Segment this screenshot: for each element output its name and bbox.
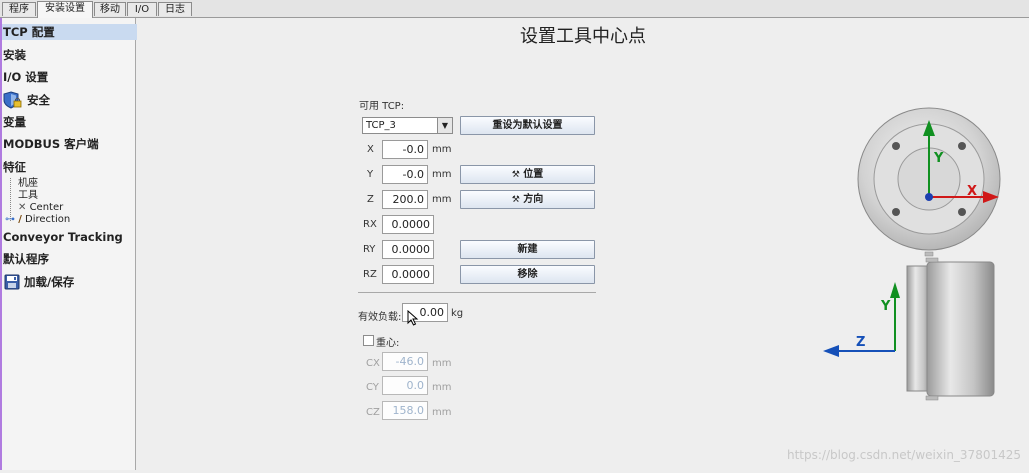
sidebar-item-variables[interactable]: 变量 xyxy=(2,114,137,130)
page-title: 设置工具中心点 xyxy=(520,26,646,47)
cog-label-cz: CZ xyxy=(366,407,380,418)
tab-io[interactable]: I/O xyxy=(127,2,157,16)
coord-label-z: Z xyxy=(367,194,374,205)
watermark: https://blog.csdn.net/weixin_37801425 xyxy=(786,448,1021,462)
coord-label-ry: RY xyxy=(363,244,376,255)
chevron-down-icon[interactable]: ▼ xyxy=(437,118,452,133)
coord-label-x: X xyxy=(367,144,374,155)
sidebar-item-label: 安全 xyxy=(27,93,50,107)
tab-move[interactable]: 移动 xyxy=(94,2,126,16)
sidebar-item-label: 特征 xyxy=(3,160,26,174)
cog-field-cz[interactable]: 158.0 xyxy=(382,401,428,420)
cog-checkbox[interactable] xyxy=(363,335,374,346)
cog-label-cx: CX xyxy=(366,358,380,369)
installation-screen: 程序 安装设置 移动 I/O 日志 TCP 配置 安装 I/O 设置 安全 变量… xyxy=(0,0,1029,473)
cog-field-cx[interactable]: -46.0 xyxy=(382,352,428,371)
orientation-button[interactable]: ⚒ 方向 xyxy=(460,190,595,209)
tab-installation[interactable]: 安装设置 xyxy=(37,1,93,18)
mouse-cursor-icon xyxy=(407,309,419,329)
sidebar-item-load-save[interactable]: 加载/保存 xyxy=(2,273,137,291)
axis-label-y-side: Y xyxy=(880,299,891,314)
coord-field-ry[interactable]: 0.0000 xyxy=(382,240,434,259)
axis-label-x: X xyxy=(967,184,977,199)
coord-field-x[interactable]: -0.0 xyxy=(382,140,428,159)
sidebar-item-conveyor-tracking[interactable]: Conveyor Tracking xyxy=(2,229,137,245)
remove-tcp-button[interactable]: 移除 xyxy=(460,265,595,284)
cog-unit-cx: mm xyxy=(432,358,452,369)
sidebar-item-default-program[interactable]: 默认程序 xyxy=(2,251,137,267)
z-arrowhead-icon xyxy=(823,345,839,357)
line-icon: / xyxy=(18,214,22,225)
point-icon: ✕ xyxy=(18,202,27,213)
reset-default-button[interactable]: 重设为默认设置 xyxy=(460,116,595,135)
sidebar-item-label: 安装 xyxy=(3,48,26,62)
unit-z: mm xyxy=(432,194,452,205)
position-button-label: 位置 xyxy=(523,169,544,180)
feature-item-base[interactable]: 机座 xyxy=(18,178,38,190)
cog-unit-cz: mm xyxy=(432,407,452,418)
coord-label-y: Y xyxy=(367,169,374,180)
feature-item-label: Center xyxy=(29,202,64,213)
unit-y: mm xyxy=(432,169,452,180)
flange-side-view xyxy=(906,257,995,401)
available-tcp-label: 可用 TCP: xyxy=(359,101,405,112)
feature-item-label: Direction xyxy=(25,214,71,225)
feature-item-tool[interactable]: 工具 xyxy=(18,190,38,202)
axis-label-z: Z xyxy=(856,335,865,350)
feature-item-center[interactable]: ✕ Center xyxy=(18,202,63,214)
tool-flange-diagram: Y X Y Z xyxy=(823,107,1001,401)
sidebar-item-tcp-config[interactable]: TCP 配置 xyxy=(2,24,137,40)
sidebar-item-modbus[interactable]: MODBUS 客户端 xyxy=(2,136,137,152)
sidebar-item-safety[interactable]: 安全 xyxy=(2,90,137,110)
coord-field-rx[interactable]: 0.0000 xyxy=(382,215,434,234)
coord-field-z[interactable]: 200.0 xyxy=(382,190,428,209)
y-side-arrowhead-icon xyxy=(890,282,900,298)
tcp-select[interactable]: TCP_3 ▼ xyxy=(362,117,453,134)
sidebar-item-label: MODBUS 客户端 xyxy=(3,137,99,151)
tab-log[interactable]: 日志 xyxy=(158,2,192,16)
unit-x: mm xyxy=(432,144,452,155)
sidebar-item-label: TCP 配置 xyxy=(3,25,55,39)
sidebar-item-label: 加载/保存 xyxy=(24,275,75,289)
link-icon: ⊶ xyxy=(5,214,15,225)
divider xyxy=(358,292,596,293)
sidebar-item-io-setup[interactable]: I/O 设置 xyxy=(2,69,137,85)
sidebar-item-label: Conveyor Tracking xyxy=(3,230,123,244)
sidebar-item-label: I/O 设置 xyxy=(3,70,49,84)
sidebar-item-features[interactable]: 特征 xyxy=(2,159,137,175)
cog-label-cy: CY xyxy=(366,382,379,393)
sidebar-item-label: 变量 xyxy=(3,115,26,129)
tcp-config-panel: 设置工具中心点 可用 TCP: TCP_3 ▼ 重设为默认设置 X -0.0 m… xyxy=(137,18,1029,473)
coord-field-rz[interactable]: 0.0000 xyxy=(382,265,434,284)
cog-unit-cy: mm xyxy=(432,382,452,393)
payload-label: 有效负载: xyxy=(358,312,402,323)
sidebar-item-label: 默认程序 xyxy=(3,252,49,266)
coord-label-rz: RZ xyxy=(363,269,377,280)
axis-label-y: Y xyxy=(933,151,944,166)
side-axes: Y Z xyxy=(823,282,900,357)
hammer-icon: ⚒ xyxy=(511,170,520,180)
tcp-select-value: TCP_3 xyxy=(366,120,396,131)
hammer-icon: ⚒ xyxy=(511,195,520,205)
orientation-button-label: 方向 xyxy=(523,194,544,205)
coord-field-y[interactable]: -0.0 xyxy=(382,165,428,184)
top-tab-bar: 程序 安装设置 移动 I/O 日志 xyxy=(0,0,1029,18)
position-button[interactable]: ⚒ 位置 xyxy=(460,165,595,184)
new-tcp-button[interactable]: 新建 xyxy=(460,240,595,259)
shield-lock-icon xyxy=(3,91,23,113)
sidebar: TCP 配置 安装 I/O 设置 安全 变量 MODBUS 客户端 特征 机座 … xyxy=(0,18,137,470)
feature-item-direction[interactable]: ⊶ / Direction xyxy=(5,214,70,226)
cog-field-cy[interactable]: 0.0 xyxy=(382,376,428,395)
coord-label-rx: RX xyxy=(363,219,377,230)
sidebar-item-mounting[interactable]: 安装 xyxy=(2,47,137,63)
cog-label: 重心: xyxy=(376,338,400,349)
payload-unit: kg xyxy=(451,308,464,319)
tab-program[interactable]: 程序 xyxy=(2,2,36,16)
floppy-disk-icon xyxy=(4,274,20,294)
